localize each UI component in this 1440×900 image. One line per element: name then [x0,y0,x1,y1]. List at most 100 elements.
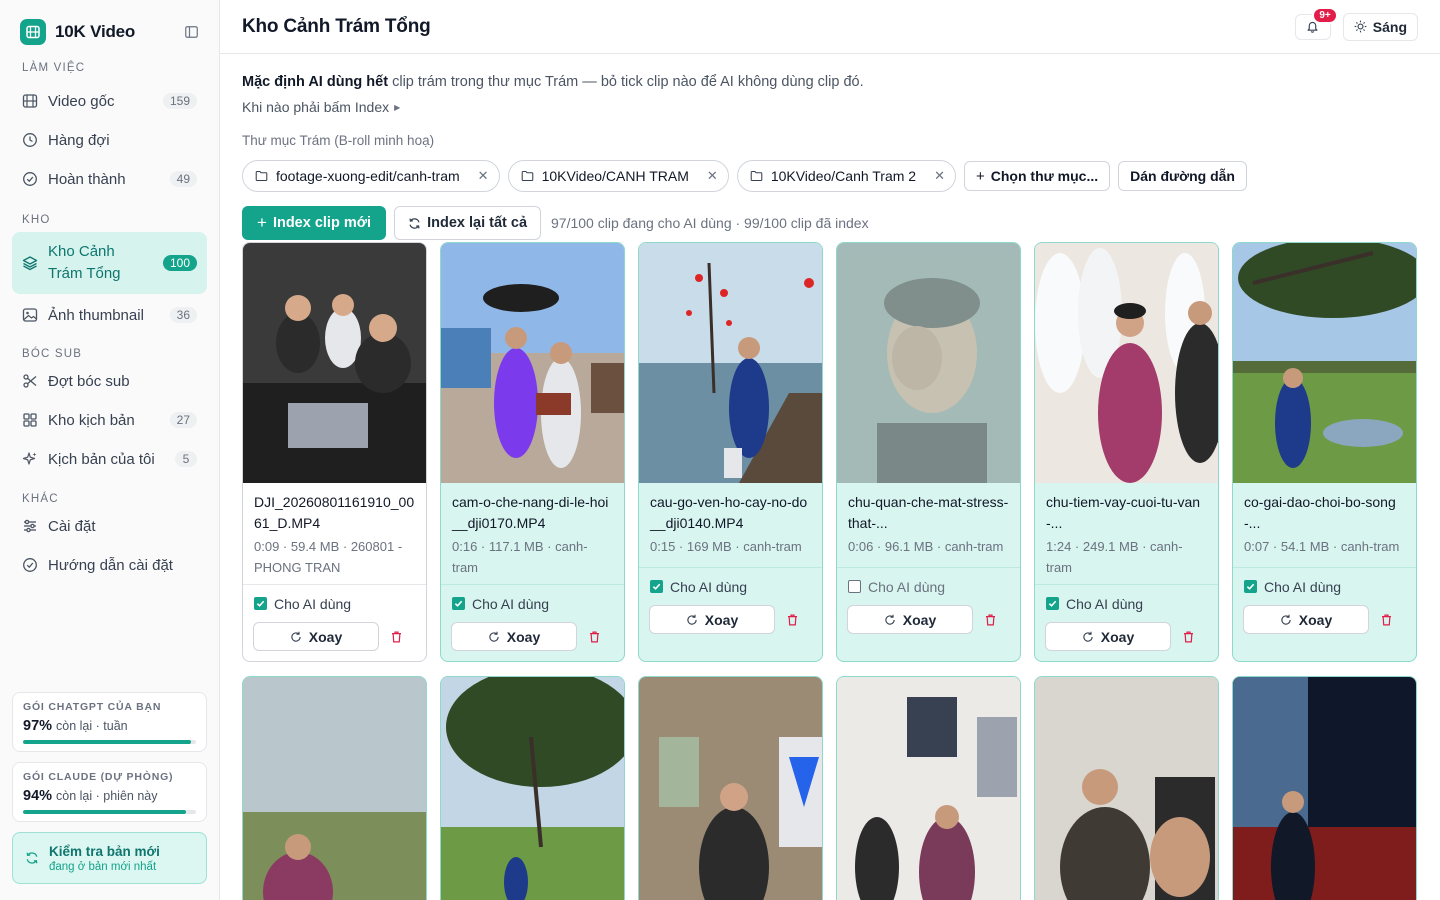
update-title: Kiểm tra bản mới [49,843,160,859]
theme-toggle-button[interactable]: Sáng [1342,12,1418,41]
clip-card[interactable] [242,676,427,900]
trash-icon[interactable] [1381,614,1392,626]
trash-icon[interactable] [1183,631,1194,643]
remove-folder-icon[interactable]: ✕ [478,168,489,184]
clip-card[interactable] [1232,676,1417,900]
sidebar-item-video-goc[interactable]: Video gốc 159 [12,83,207,119]
section-label-kho: KHO [22,214,51,226]
layers-icon [22,255,38,271]
remove-folder-icon[interactable]: ✕ [707,168,718,184]
clock-icon [22,132,38,148]
count-badge: 49 [169,171,197,187]
sidebar-item-kich-ban-cua-toi[interactable]: Kịch bản của tôi 5 [12,441,207,477]
sidebar-collapse-icon[interactable] [183,25,199,39]
clip-meta: 0:16 · 117.1 MB · canh-tram [452,539,588,575]
clip-card[interactable] [440,676,625,900]
folder-icon [255,170,268,182]
sidebar-item-cai-dat[interactable]: Cài đặt [12,508,207,544]
clip-thumbnail[interactable] [639,243,822,483]
plan-progress-bar [23,810,196,814]
section-label-khac: KHÁC [22,493,59,505]
sidebar-item-dot-boc-sub[interactable]: Đợt bóc sub [12,363,207,399]
sidebar-item-label: Video gốc [48,92,115,110]
trash-icon[interactable] [787,614,798,626]
clip-card[interactable] [1034,676,1219,900]
count-badge: 36 [169,307,197,323]
sidebar-item-kho-kich-ban[interactable]: Kho kịch bản 27 [12,402,207,438]
remove-folder-icon[interactable]: ✕ [934,168,945,184]
sidebar-item-anh-thumbnail[interactable]: Ảnh thumbnail 36 [12,297,207,333]
rotate-icon [290,631,302,643]
clip-thumbnail[interactable] [1035,243,1218,483]
clip-card[interactable] [638,676,823,900]
brand: 10K Video [0,0,219,46]
folder-icon [521,170,534,182]
sun-icon [1354,20,1367,33]
clip-thumbnail[interactable] [441,243,624,483]
clip-card[interactable]: cau-go-ven-ho-cay-no-do__dji0140.MP4 0:1… [638,242,823,662]
clip-thumbnail[interactable] [1233,243,1416,483]
allow-ai-checkbox[interactable] [1244,580,1257,593]
choose-folder-button[interactable]: + Chọn thư mục... [964,161,1111,191]
clip-card[interactable]: chu-quan-che-mat-stress-that-... 0:06 · … [836,242,1021,662]
sidebar-item-hang-doi[interactable]: Hàng đợi [12,122,207,158]
checkbox-label: Cho AI dùng [1066,595,1144,612]
paste-path-button[interactable]: Dán đường dẫn [1118,161,1247,191]
sidebar: 10K Video LÀM VIỆC Video gốc 159 Hàng đợ… [0,0,220,900]
trash-icon[interactable] [589,631,600,643]
rotate-button[interactable]: Xoay [649,605,775,634]
clip-meta: 1:24 · 249.1 MB · canh-tram [1046,539,1183,575]
clip-card[interactable] [836,676,1021,900]
folder-chip: footage-xuong-edit/canh-tram ✕ [242,160,500,192]
clip-thumbnail[interactable] [639,677,822,900]
index-new-button[interactable]: + Index clip mới [242,206,387,240]
clip-thumbnail[interactable] [837,677,1020,900]
clip-thumbnail[interactable] [243,677,426,900]
sidebar-item-huong-dan[interactable]: Hướng dẫn cài đặt [12,547,207,583]
rotate-button[interactable]: Xoay [1243,605,1369,634]
clip-card[interactable]: co-gai-dao-choi-bo-song-... 0:07 · 54.1 … [1232,242,1417,662]
sidebar-item-label: Cài đặt [48,517,96,535]
trash-icon[interactable] [985,614,996,626]
clip-thumbnail[interactable] [1233,677,1416,900]
allow-ai-checkbox[interactable] [254,597,267,610]
theme-label: Sáng [1372,18,1407,35]
section-label-boc-sub: BÓC SUB [22,348,83,360]
trash-icon[interactable] [391,631,402,643]
index-help-toggle[interactable]: Khi nào phải bấm Index ▶ [242,99,400,115]
count-badge: 5 [175,451,197,467]
clip-thumbnail[interactable] [441,677,624,900]
checkbox-label: Cho AI dùng [868,578,946,595]
allow-ai-checkbox[interactable] [848,580,861,593]
checkbox-label: Cho AI dùng [1264,578,1342,595]
rotate-button[interactable]: Xoay [253,622,379,651]
allow-ai-checkbox[interactable] [650,580,663,593]
notifications-button[interactable]: 9+ [1294,6,1338,40]
sidebar-item-hoan-thanh[interactable]: Hoàn thành 49 [12,161,207,197]
rotate-button[interactable]: Xoay [847,605,973,634]
folder-path: 10KVideo/Canh Tram 2 [770,168,917,184]
sidebar-item-label: Kịch bản của tôi [48,450,155,468]
rotate-button[interactable]: Xoay [451,622,577,651]
reindex-all-button[interactable]: Index lại tất cả [394,206,542,240]
clip-card[interactable]: chu-tiem-vay-cuoi-tu-van-... 1:24 · 249.… [1034,242,1219,662]
scissors-icon [22,373,38,389]
sidebar-item-kho-canh-tram[interactable]: Kho Cảnh Trám Tổng 100 [12,232,207,294]
clip-stats: 97/100 clip đang cho AI dùng · 99/100 cl… [551,215,869,231]
rotate-icon [686,614,698,626]
clip-card[interactable]: DJI_20260801161910_0061_D.MP4 0:09 · 59.… [242,242,427,662]
allow-ai-checkbox[interactable] [1046,597,1059,610]
sparkle-icon [22,451,38,467]
clip-card[interactable]: cam-o-che-nang-di-le-hoi__dji0170.MP4 0:… [440,242,625,662]
clip-thumbnail[interactable] [837,243,1020,483]
clip-thumbnail[interactable] [1035,677,1218,900]
plan-title: GÓI CHATGPT CỦA BẠN [23,701,162,713]
sliders-icon [22,518,38,534]
clip-name: DJI_20260801161910_0061_D.MP4 [254,494,415,531]
claude-plan-card: GÓI CLAUDE (DỰ PHÒNG) 94% còn lại · phiên… [12,762,207,822]
clip-thumbnail[interactable] [243,243,426,483]
allow-ai-checkbox[interactable] [452,597,465,610]
sidebar-item-label: Hướng dẫn cài đặt [48,556,173,574]
rotate-button[interactable]: Xoay [1045,622,1171,651]
check-update-button[interactable]: Kiểm tra bản mới đang ở bản mới nhất [12,832,207,884]
